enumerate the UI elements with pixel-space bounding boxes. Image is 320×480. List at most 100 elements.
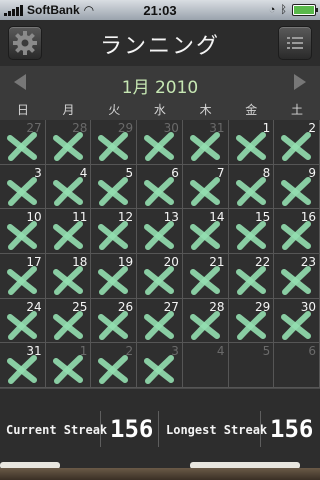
calendar-day-cell[interactable]: 15	[228, 209, 275, 254]
calendar-day-cell[interactable]: 30	[137, 120, 183, 165]
calendar-day-cell[interactable]: 29	[228, 298, 275, 344]
calendar-day-cell[interactable]: 3	[137, 343, 183, 388]
chalk-x-mark-icon	[235, 132, 266, 161]
calendar-day-cell[interactable]: 26	[91, 298, 138, 344]
longest-streak-label: Longest Streak	[166, 423, 268, 437]
next-month-button[interactable]	[294, 74, 306, 90]
status-bar: SoftBank ◠ 21:03 ◔ ᛒ	[0, 0, 320, 20]
chalk-x-mark-icon	[281, 266, 312, 295]
weekday-label: 金	[245, 103, 258, 117]
chalk-x-mark-icon	[98, 355, 129, 385]
chalk-x-mark-icon	[52, 176, 83, 206]
calendar-day-cell[interactable]: 4	[45, 164, 92, 210]
chalk-x-mark-icon	[235, 310, 266, 340]
chalk-x-mark-icon	[235, 266, 266, 295]
calendar-day-cell[interactable]: 25	[45, 298, 92, 344]
calendar-day-cell[interactable]: 11	[45, 209, 92, 254]
page-title: ランニング	[99, 34, 220, 59]
calendar-day-cell[interactable]: 1	[228, 120, 275, 165]
chalk-x-mark-icon	[281, 310, 312, 340]
chalk-x-mark-icon	[189, 176, 220, 206]
chalk-x-mark-icon	[7, 132, 37, 161]
longest-streak-value: 156	[270, 415, 314, 443]
list-button[interactable]	[278, 26, 312, 60]
calendar-day-cell[interactable]: 18	[45, 254, 92, 299]
chalk-x-mark-icon	[7, 310, 37, 340]
chalk-x-mark-icon	[52, 355, 83, 385]
chalk-x-mark-icon	[144, 310, 175, 340]
chalk-x-mark-icon	[52, 266, 83, 295]
calendar-day-cell[interactable]: 2	[274, 120, 320, 165]
calendar-day-cell[interactable]: 4	[182, 343, 229, 388]
calendar-day-cell[interactable]: 5	[228, 343, 275, 388]
calendar-day-cell[interactable]: 5	[91, 164, 138, 210]
calendar-day-cell[interactable]: 30	[274, 298, 320, 344]
day-number: 6	[308, 344, 316, 359]
divider	[260, 411, 261, 447]
chalk-x-mark-icon	[98, 132, 129, 161]
list-icon	[287, 37, 303, 49]
chalk-ledge	[0, 468, 320, 480]
calendar-day-cell[interactable]: 12	[91, 209, 138, 254]
day-number: 5	[262, 344, 271, 359]
calendar-day-cell[interactable]: 2	[91, 343, 138, 388]
chalk-x-mark-icon	[189, 310, 220, 340]
calendar-day-cell[interactable]: 31	[182, 120, 229, 165]
calendar-day-cell[interactable]: 7	[182, 164, 229, 210]
calendar-day-cell[interactable]: 22	[228, 254, 275, 299]
calendar-day-cell[interactable]: 17	[0, 254, 46, 299]
month-label: 1月 2010	[121, 78, 199, 98]
calendar-day-cell[interactable]: 10	[0, 209, 46, 254]
chalk-x-mark-icon	[235, 221, 266, 251]
calendar-day-cell[interactable]: 3	[0, 164, 46, 210]
weekday-header: 日月火水木金土	[0, 100, 320, 120]
chalk-x-mark-icon	[144, 266, 175, 295]
chalk-x-mark-icon	[189, 266, 220, 295]
chalk-x-mark-icon	[144, 176, 175, 206]
calendar-day-cell[interactable]: 23	[274, 254, 320, 299]
chalk-x-mark-icon	[144, 221, 175, 251]
calendar-grid: 27 28 29 30 31 1 2 3 4 5 6 7 8 9 10 11 12 13 14 15 16 17 18 19 2…	[0, 120, 320, 388]
chalk-x-mark-icon	[235, 176, 266, 206]
calendar-day-cell[interactable]: 13	[137, 209, 183, 254]
chalk-x-mark-icon	[98, 221, 129, 251]
navigation-bar: ランニング	[0, 20, 320, 66]
calendar-day-cell[interactable]: 8	[228, 164, 275, 210]
calendar-day-cell[interactable]: 29	[91, 120, 138, 165]
calendar-day-cell[interactable]: 14	[182, 209, 229, 254]
chalk-x-mark-icon	[52, 310, 83, 340]
weekday-label: 土	[290, 103, 303, 117]
current-streak-label: Current Streak	[6, 423, 108, 437]
chalk-x-mark-icon	[52, 132, 83, 161]
chalk-x-mark-icon	[7, 355, 37, 385]
calendar-day-cell[interactable]: 31	[0, 343, 46, 388]
weekday-label: 木	[199, 103, 212, 117]
chalk-x-mark-icon	[189, 132, 220, 161]
calendar-day-cell[interactable]: 16	[274, 209, 320, 254]
battery-icon	[292, 4, 318, 16]
calendar-day-cell[interactable]: 19	[91, 254, 138, 299]
calendar-day-cell[interactable]: 24	[0, 298, 46, 344]
current-streak-value: 156	[110, 415, 154, 443]
divider	[100, 411, 101, 447]
weekday-label: 水	[153, 103, 166, 117]
day-number: 4	[216, 344, 225, 359]
divider	[158, 411, 159, 447]
calendar-day-cell[interactable]: 28	[45, 120, 92, 165]
calendar-day-cell[interactable]: 21	[182, 254, 229, 299]
calendar-day-cell[interactable]: 6	[137, 164, 183, 210]
chalk-x-mark-icon	[7, 221, 37, 251]
calendar-day-cell[interactable]: 27	[0, 120, 46, 165]
streak-panel: Current Streak 156 Longest Streak 156	[0, 388, 320, 469]
calendar-day-cell[interactable]: 1	[45, 343, 92, 388]
chalk-x-mark-icon	[98, 176, 129, 206]
chalk-x-mark-icon	[281, 132, 312, 161]
calendar-day-cell[interactable]: 27	[137, 298, 183, 344]
calendar-day-cell[interactable]: 20	[137, 254, 183, 299]
chalk-x-mark-icon	[281, 176, 312, 206]
calendar-day-cell[interactable]: 28	[182, 298, 229, 344]
calendar-day-cell[interactable]: 9	[274, 164, 320, 210]
chalk-x-mark-icon	[144, 132, 175, 161]
chalk-x-mark-icon	[52, 221, 83, 251]
calendar-day-cell[interactable]: 6	[274, 343, 320, 388]
